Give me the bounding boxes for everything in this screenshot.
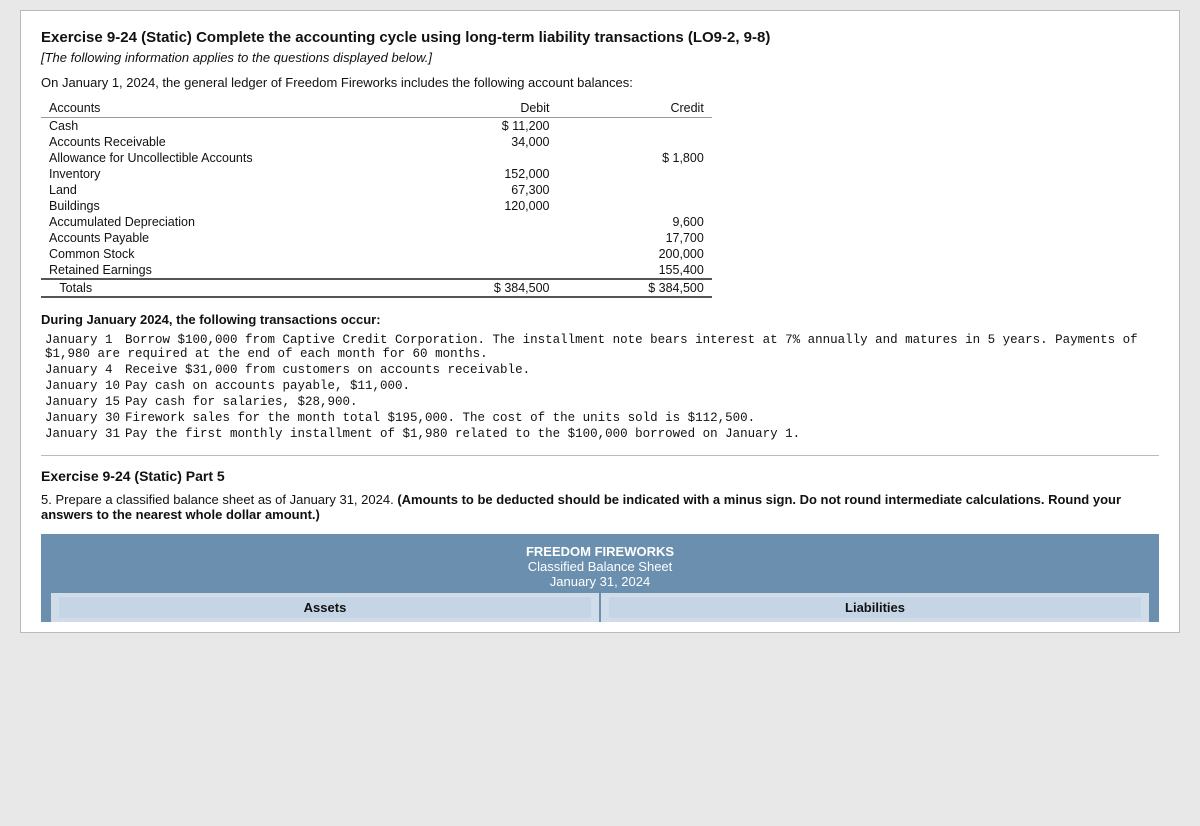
account-name: Retained Earnings xyxy=(41,262,410,279)
transaction-item: January 1Borrow $100,000 from Captive Cr… xyxy=(41,333,1159,361)
account-name: Land xyxy=(41,182,410,198)
transaction-item: January 10Pay cash on accounts payable, … xyxy=(41,379,1159,393)
credit-value: 200,000 xyxy=(558,246,712,262)
debit-value: 34,000 xyxy=(410,134,558,150)
exercise-intro: On January 1, 2024, the general ledger o… xyxy=(41,75,1159,90)
balance-sheet-columns: Assets Liabilities xyxy=(51,593,1149,622)
totals-label: Totals xyxy=(41,279,410,297)
table-row: Retained Earnings 155,400 xyxy=(41,262,712,279)
transaction-item: January 4Receive $31,000 from customers … xyxy=(41,363,1159,377)
transaction-item: January 15Pay cash for salaries, $28,900… xyxy=(41,395,1159,409)
table-row: Inventory152,000 xyxy=(41,166,712,182)
liabilities-header: Liabilities xyxy=(609,597,1141,618)
debit-value: 120,000 xyxy=(410,198,558,214)
col-header-accounts: Accounts xyxy=(41,100,410,118)
instruction-number: 5. xyxy=(41,492,52,507)
assets-header: Assets xyxy=(59,597,591,618)
debit-value xyxy=(410,246,558,262)
credit-value xyxy=(558,118,712,135)
totals-credit: $ 384,500 xyxy=(558,279,712,297)
transaction-date: January 4 xyxy=(45,363,125,377)
exercise-subtitle: [The following information applies to th… xyxy=(41,50,1159,65)
credit-value xyxy=(558,134,712,150)
totals-debit: $ 384,500 xyxy=(410,279,558,297)
table-row: Cash$ 11,200 xyxy=(41,118,712,135)
credit-value: 155,400 xyxy=(558,262,712,279)
transaction-item: January 30Firework sales for the month t… xyxy=(41,411,1159,425)
debit-value: 67,300 xyxy=(410,182,558,198)
account-name: Cash xyxy=(41,118,410,135)
balance-sheet-company: FREEDOM FIREWORKS xyxy=(51,544,1149,559)
credit-value: 9,600 xyxy=(558,214,712,230)
col-header-debit: Debit xyxy=(410,100,558,118)
account-balances-table: Accounts Debit Credit Cash$ 11,200Accoun… xyxy=(41,100,712,298)
debit-value xyxy=(410,230,558,246)
transactions-list: January 1Borrow $100,000 from Captive Cr… xyxy=(41,333,1159,441)
section-divider xyxy=(41,455,1159,456)
table-row: Allowance for Uncollectible Accounts $ 1,… xyxy=(41,150,712,166)
transactions-header: During January 2024, the following trans… xyxy=(41,312,1159,327)
account-name: Accumulated Depreciation xyxy=(41,214,410,230)
credit-value xyxy=(558,198,712,214)
table-row: Accounts Payable 17,700 xyxy=(41,230,712,246)
table-row: Accumulated Depreciation 9,600 xyxy=(41,214,712,230)
transaction-text: Pay cash on accounts payable, $11,000. xyxy=(125,379,410,393)
transaction-date: January 10 xyxy=(45,379,125,393)
credit-value xyxy=(558,166,712,182)
transaction-date: January 1 xyxy=(45,333,125,347)
credit-value xyxy=(558,182,712,198)
debit-value: $ 11,200 xyxy=(410,118,558,135)
debit-value xyxy=(410,262,558,279)
liabilities-column: Liabilities xyxy=(601,593,1149,622)
table-row: Land67,300 xyxy=(41,182,712,198)
balance-sheet-date: January 31, 2024 xyxy=(51,574,1149,589)
balance-sheet-header: FREEDOM FIREWORKS Classified Balance She… xyxy=(51,544,1149,593)
transaction-date: January 15 xyxy=(45,395,125,409)
part5-section: Exercise 9-24 (Static) Part 5 5. Prepare… xyxy=(41,468,1159,622)
transactions-section: During January 2024, the following trans… xyxy=(41,312,1159,441)
table-row: Common Stock 200,000 xyxy=(41,246,712,262)
transaction-text: Firework sales for the month total $195,… xyxy=(125,411,755,425)
account-name: Allowance for Uncollectible Accounts xyxy=(41,150,410,166)
transaction-text: Receive $31,000 from customers on accoun… xyxy=(125,363,530,377)
account-name: Accounts Receivable xyxy=(41,134,410,150)
balance-sheet-container: FREEDOM FIREWORKS Classified Balance She… xyxy=(41,534,1159,622)
transaction-item: January 31Pay the first monthly installm… xyxy=(41,427,1159,441)
credit-value: 17,700 xyxy=(558,230,712,246)
transaction-text: Pay the first monthly installment of $1,… xyxy=(125,427,800,441)
account-name: Common Stock xyxy=(41,246,410,262)
credit-value: $ 1,800 xyxy=(558,150,712,166)
debit-value: 152,000 xyxy=(410,166,558,182)
assets-column: Assets xyxy=(51,593,599,622)
debit-value xyxy=(410,214,558,230)
balance-sheet-title: Classified Balance Sheet xyxy=(51,559,1149,574)
debit-value xyxy=(410,150,558,166)
table-row: Accounts Receivable34,000 xyxy=(41,134,712,150)
account-name: Buildings xyxy=(41,198,410,214)
transaction-text: Pay cash for salaries, $28,900. xyxy=(125,395,358,409)
account-name: Inventory xyxy=(41,166,410,182)
transaction-date: January 30 xyxy=(45,411,125,425)
col-header-credit: Credit xyxy=(558,100,712,118)
main-page: Exercise 9-24 (Static) Complete the acco… xyxy=(20,10,1180,633)
account-name: Accounts Payable xyxy=(41,230,410,246)
transaction-text: Borrow $100,000 from Captive Credit Corp… xyxy=(45,333,1138,361)
instruction-text: Prepare a classified balance sheet as of… xyxy=(55,492,393,507)
table-row: Buildings120,000 xyxy=(41,198,712,214)
transaction-date: January 31 xyxy=(45,427,125,441)
part5-instructions: 5. Prepare a classified balance sheet as… xyxy=(41,492,1159,522)
exercise-title: Exercise 9-24 (Static) Complete the acco… xyxy=(41,29,1159,46)
part5-header: Exercise 9-24 (Static) Part 5 xyxy=(41,468,1159,484)
